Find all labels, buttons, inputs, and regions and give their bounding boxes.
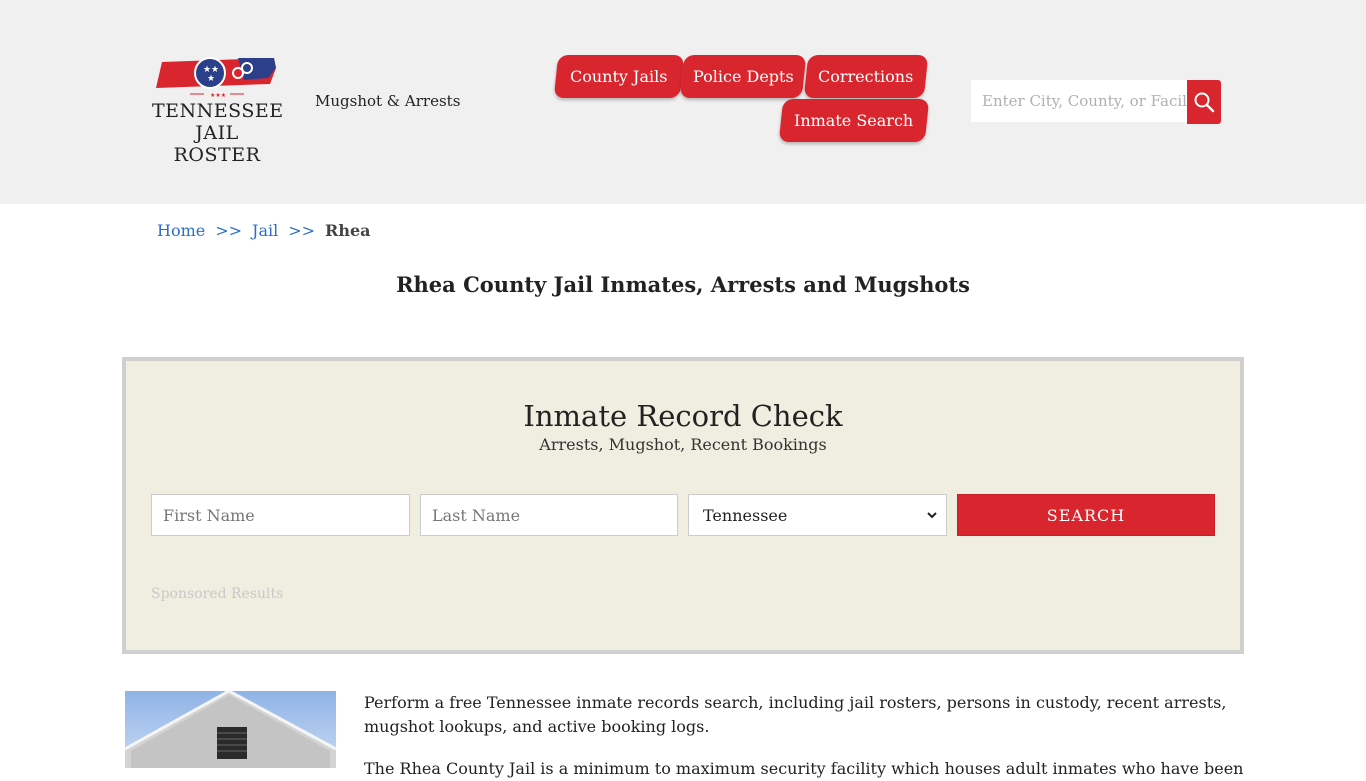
breadcrumb-jail[interactable]: Jail xyxy=(252,221,278,240)
site-search-input[interactable] xyxy=(971,80,1188,122)
first-name-input[interactable] xyxy=(151,494,410,536)
logo-text-line1: TENNESSEE xyxy=(152,100,284,122)
state-select[interactable]: Tennessee xyxy=(688,494,947,536)
svg-text:★: ★ xyxy=(207,74,215,84)
state-select-value: Tennessee xyxy=(703,505,788,525)
site-tagline: Mugshot & Arrests xyxy=(315,92,461,110)
logo-text-line2: JAIL ROSTER xyxy=(173,122,261,166)
panel-subtitle: Arrests, Mugshot, Recent Bookings xyxy=(539,435,827,454)
nav-tab-police-depts[interactable]: Police Depts xyxy=(679,55,807,98)
breadcrumb-home[interactable]: Home xyxy=(157,221,205,240)
chevron-down-icon xyxy=(927,512,937,519)
tennessee-flag-map-icon: ★ ★ ★ ★★★ xyxy=(156,57,276,99)
nav-tab-label: Inmate Search xyxy=(794,111,914,130)
breadcrumb: Home >> Jail >> Rhea xyxy=(157,221,371,240)
site-search-button[interactable] xyxy=(1187,80,1221,124)
description-paragraph: The Rhea County Jail is a minimum to max… xyxy=(364,759,1244,778)
jail-building-image xyxy=(125,691,336,768)
panel-title: Inmate Record Check xyxy=(523,399,843,433)
site-logo[interactable]: ★ ★ ★ ★★★ TENNESSEE JAIL ROSTER xyxy=(152,56,284,166)
nav-tab-county-jails[interactable]: County Jails xyxy=(553,55,685,98)
breadcrumb-separator: >> xyxy=(288,221,316,240)
inmate-record-check-panel: Inmate Record Check Arrests, Mugshot, Re… xyxy=(122,357,1244,654)
breadcrumb-separator: >> xyxy=(215,221,243,240)
building-image xyxy=(125,691,336,768)
sponsored-results-label: Sponsored Results xyxy=(151,586,284,602)
site-header: ★ ★ ★ ★★★ TENNESSEE JAIL ROSTER Mugshot … xyxy=(0,0,1366,204)
nav-tab-label: County Jails xyxy=(570,67,668,86)
breadcrumb-current: Rhea xyxy=(325,221,371,240)
nav-tab-label: Corrections xyxy=(818,67,914,86)
page-title: Rhea County Jail Inmates, Arrests and Mu… xyxy=(396,272,970,297)
svg-text:★★★: ★★★ xyxy=(210,92,226,99)
nav-tab-corrections[interactable]: Corrections xyxy=(803,55,929,98)
search-icon xyxy=(1194,92,1215,113)
last-name-input[interactable] xyxy=(420,494,678,536)
nav-tab-label: Police Depts xyxy=(692,67,794,86)
intro-paragraph: Perform a free Tennessee inmate records … xyxy=(364,693,1227,736)
nav-tab-inmate-search[interactable]: Inmate Search xyxy=(778,99,930,142)
record-search-button[interactable]: SEARCH xyxy=(957,494,1215,536)
